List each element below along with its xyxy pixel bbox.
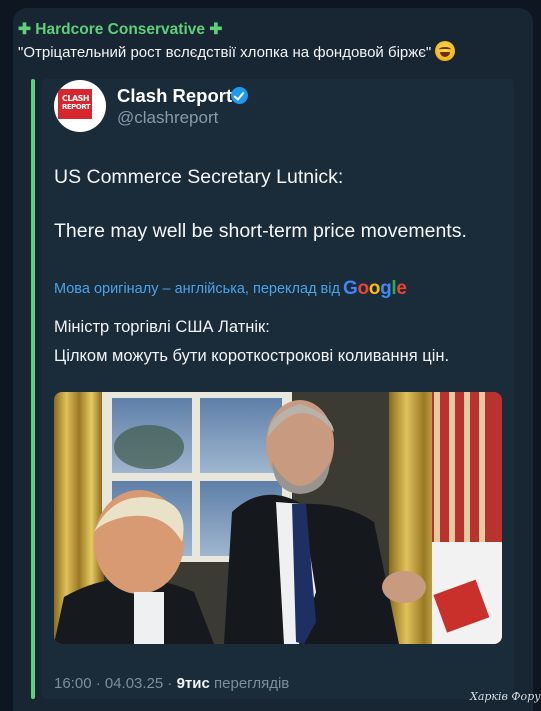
avatar-logo-line2: REPORT	[62, 103, 91, 111]
avatar-logo-line1: CLASH	[62, 94, 90, 103]
translated-text-line1: Міністр торгівлі США Латнік:	[54, 318, 270, 336]
verified-badge-icon	[231, 87, 248, 104]
post-photo[interactable]	[54, 392, 502, 644]
message-caption: "Отріцательний рост вслєдствії хлопка на…	[18, 41, 518, 61]
views-label: переглядів	[214, 675, 290, 692]
forward-accent-bar	[31, 79, 35, 699]
caption-text: "Отріцательний рост вслєдствії хлопка на…	[18, 44, 432, 61]
oval-office-photo-illustration	[54, 392, 502, 644]
tweet-text-line1: US Commerce Secretary Lutnick:	[54, 166, 344, 188]
post-meta: 16:00 · 04.03.25 · 9тис переглядів	[54, 675, 289, 692]
laughing-crying-emoji-icon	[435, 41, 456, 61]
views-count: 9тис	[176, 675, 210, 692]
translated-text-line2: Цілком можуть бути короткострокові колив…	[54, 347, 450, 365]
sender-name[interactable]: ✚ Hardcore Conservative ✚	[18, 20, 222, 39]
channel-avatar[interactable]: CLASH REPORT	[54, 80, 106, 132]
translation-note-text: Мова оригіналу – англійська, переклад ві…	[54, 281, 340, 297]
tweet-text-line2: There may well be short-term price movem…	[54, 220, 467, 242]
translation-note[interactable]: Мова оригіналу – англійська, переклад ві…	[54, 278, 407, 300]
post-time-date: 16:00 · 04.03.25 ·	[54, 675, 173, 692]
channel-handle[interactable]: @clashreport	[117, 108, 218, 128]
google-logo-icon: Google	[342, 278, 407, 299]
channel-name[interactable]: Clash Report	[117, 85, 232, 107]
site-watermark: Харків Форум	[470, 690, 541, 703]
